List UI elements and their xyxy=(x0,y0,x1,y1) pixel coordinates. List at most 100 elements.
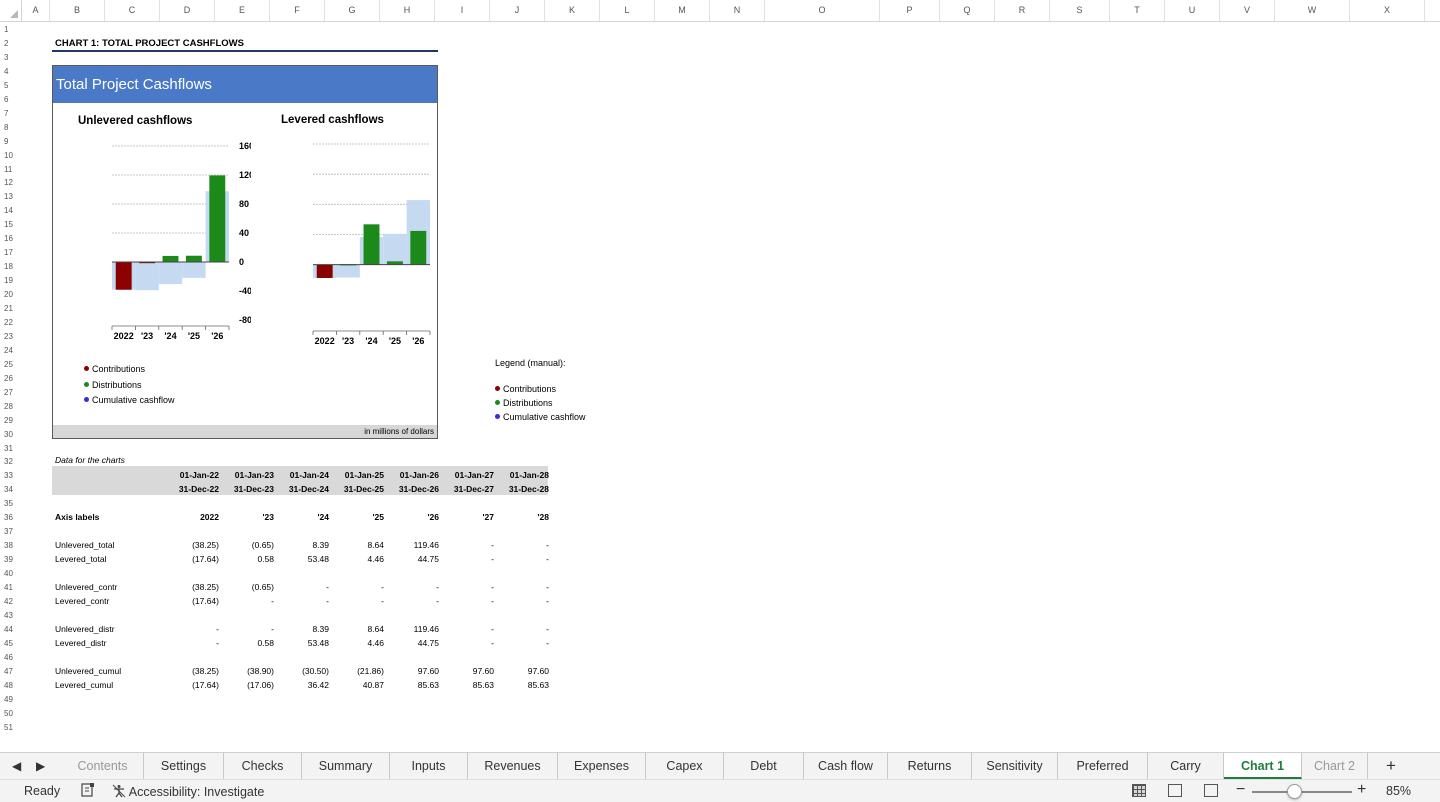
row-header-45[interactable]: 45 xyxy=(0,637,21,651)
zoom-out-button[interactable]: − xyxy=(1236,781,1245,799)
zoom-slider-track[interactable] xyxy=(1252,791,1352,793)
row-header-42[interactable]: 42 xyxy=(0,595,21,609)
row-header-17[interactable]: 17 xyxy=(0,246,21,260)
macro-recording-icon[interactable] xyxy=(80,782,96,801)
row-header-25[interactable]: 25 xyxy=(0,358,21,372)
column-header-e[interactable]: E xyxy=(215,0,270,21)
row-header-49[interactable]: 49 xyxy=(0,693,21,707)
row-header-7[interactable]: 7 xyxy=(0,107,21,121)
row-header-5[interactable]: 5 xyxy=(0,79,21,93)
row-header-24[interactable]: 24 xyxy=(0,344,21,358)
row-header-9[interactable]: 9 xyxy=(0,135,21,149)
column-header-n[interactable]: N xyxy=(710,0,765,21)
column-header-x[interactable]: X xyxy=(1350,0,1425,21)
column-header-l[interactable]: L xyxy=(600,0,655,21)
row-header-48[interactable]: 48 xyxy=(0,679,21,693)
row-header-6[interactable]: 6 xyxy=(0,93,21,107)
row-header-11[interactable]: 11 xyxy=(0,163,21,177)
row-header-44[interactable]: 44 xyxy=(0,623,21,637)
zoom-level[interactable]: 85% xyxy=(1386,784,1411,798)
column-header-c[interactable]: C xyxy=(105,0,160,21)
column-header-g[interactable]: G xyxy=(325,0,380,21)
row-header-46[interactable]: 46 xyxy=(0,651,21,665)
row-header-13[interactable]: 13 xyxy=(0,190,21,204)
column-header-q[interactable]: Q xyxy=(940,0,995,21)
add-sheet-button[interactable]: + xyxy=(1372,753,1410,779)
row-header-36[interactable]: 36 xyxy=(0,511,21,525)
accessibility-status[interactable]: Accessibility: Investigate xyxy=(112,784,264,799)
select-all-corner[interactable] xyxy=(0,0,22,21)
column-header-o[interactable]: O xyxy=(765,0,880,21)
tab-sensitivity[interactable]: Sensitivity xyxy=(972,753,1058,779)
row-header-15[interactable]: 15 xyxy=(0,218,21,232)
row-header-18[interactable]: 18 xyxy=(0,260,21,274)
normal-view-icon[interactable] xyxy=(1132,784,1146,797)
tab-scroll-left-icon[interactable]: ◀ xyxy=(12,759,21,773)
row-header-16[interactable]: 16 xyxy=(0,232,21,246)
tab-summary[interactable]: Summary xyxy=(302,753,390,779)
tab-preferred[interactable]: Preferred xyxy=(1058,753,1148,779)
column-header-j[interactable]: J xyxy=(490,0,545,21)
row-header-8[interactable]: 8 xyxy=(0,121,21,135)
row-header-22[interactable]: 22 xyxy=(0,316,21,330)
row-header-19[interactable]: 19 xyxy=(0,274,21,288)
column-header-t[interactable]: T xyxy=(1110,0,1165,21)
tab-settings[interactable]: Settings xyxy=(144,753,224,779)
row-header-51[interactable]: 51 xyxy=(0,721,21,735)
row-header-2[interactable]: 2 xyxy=(0,37,21,51)
row-header-28[interactable]: 28 xyxy=(0,400,21,414)
row-header-31[interactable]: 31 xyxy=(0,442,21,456)
tab-revenues[interactable]: Revenues xyxy=(468,753,558,779)
page-break-view-icon[interactable] xyxy=(1204,784,1218,797)
row-header-12[interactable]: 12 xyxy=(0,176,21,190)
column-header-a[interactable]: A xyxy=(22,0,50,21)
row-header-1[interactable]: 1 xyxy=(0,23,21,37)
column-header-m[interactable]: M xyxy=(655,0,710,21)
chart-object[interactable]: Total Project Cashflows Unlevered cashfl… xyxy=(52,65,438,439)
row-header-35[interactable]: 35 xyxy=(0,497,21,511)
worksheet-grid[interactable]: CHART 1: TOTAL PROJECT CASHFLOWS Total P… xyxy=(22,22,1440,752)
tab-debt[interactable]: Debt xyxy=(724,753,804,779)
column-header-i[interactable]: I xyxy=(435,0,490,21)
row-header-14[interactable]: 14 xyxy=(0,204,21,218)
row-header-30[interactable]: 30 xyxy=(0,428,21,442)
column-header-h[interactable]: H xyxy=(380,0,435,21)
row-header-33[interactable]: 33 xyxy=(0,469,21,483)
tab-checks[interactable]: Checks xyxy=(224,753,302,779)
column-header-v[interactable]: V xyxy=(1220,0,1275,21)
row-header-34[interactable]: 34 xyxy=(0,483,21,497)
row-header-21[interactable]: 21 xyxy=(0,302,21,316)
column-header-w[interactable]: W xyxy=(1275,0,1350,21)
row-header-26[interactable]: 26 xyxy=(0,372,21,386)
tab-carry[interactable]: Carry xyxy=(1148,753,1224,779)
row-header-27[interactable]: 27 xyxy=(0,386,21,400)
row-header-41[interactable]: 41 xyxy=(0,581,21,595)
column-header-k[interactable]: K xyxy=(545,0,600,21)
tab-chart-2[interactable]: Chart 2 xyxy=(1302,753,1368,779)
row-header-20[interactable]: 20 xyxy=(0,288,21,302)
row-header-3[interactable]: 3 xyxy=(0,51,21,65)
tab-capex[interactable]: Capex xyxy=(646,753,724,779)
column-header-f[interactable]: F xyxy=(270,0,325,21)
row-header-10[interactable]: 10 xyxy=(0,149,21,163)
column-header-b[interactable]: B xyxy=(50,0,105,21)
row-header-38[interactable]: 38 xyxy=(0,539,21,553)
row-header-29[interactable]: 29 xyxy=(0,414,21,428)
zoom-slider-thumb[interactable] xyxy=(1287,784,1302,799)
row-header-4[interactable]: 4 xyxy=(0,65,21,79)
row-header-43[interactable]: 43 xyxy=(0,609,21,623)
zoom-in-button[interactable]: + xyxy=(1357,781,1366,799)
column-header-r[interactable]: R xyxy=(995,0,1050,21)
column-header-s[interactable]: S xyxy=(1050,0,1110,21)
column-header-d[interactable]: D xyxy=(160,0,215,21)
row-header-39[interactable]: 39 xyxy=(0,553,21,567)
tab-expenses[interactable]: Expenses xyxy=(558,753,646,779)
tab-contents[interactable]: Contents xyxy=(62,753,144,779)
page-layout-view-icon[interactable] xyxy=(1168,784,1182,797)
row-header-47[interactable]: 47 xyxy=(0,665,21,679)
tab-returns[interactable]: Returns xyxy=(888,753,972,779)
row-header-40[interactable]: 40 xyxy=(0,567,21,581)
tab-chart-1[interactable]: Chart 1 xyxy=(1224,753,1302,779)
row-header-23[interactable]: 23 xyxy=(0,330,21,344)
tab-scroll-right-icon[interactable]: ▶ xyxy=(36,759,45,773)
